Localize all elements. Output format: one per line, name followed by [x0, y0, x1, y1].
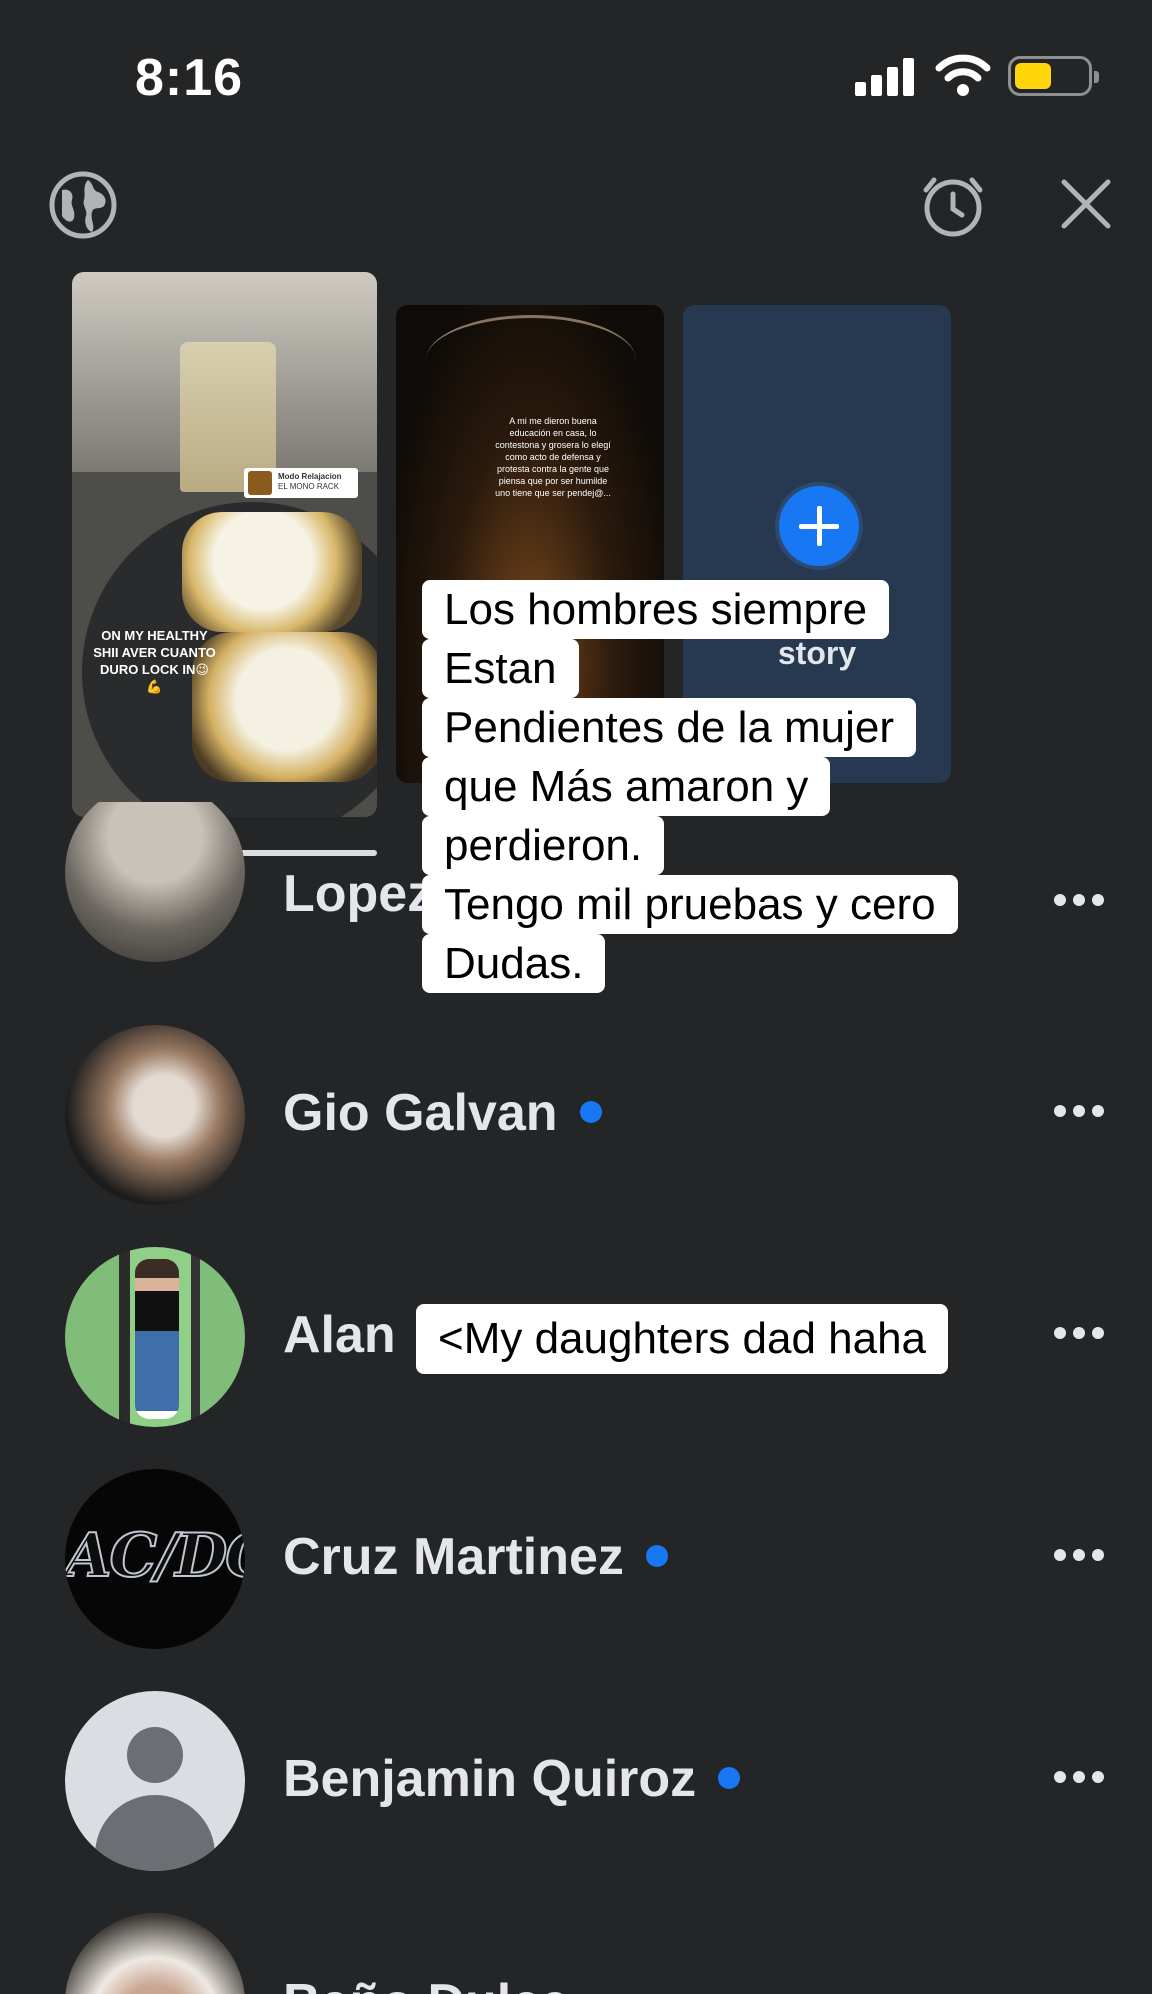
avatar — [65, 1913, 245, 1994]
contact-name: Benjamin Quiroz — [283, 1749, 741, 1809]
online-status-dot — [718, 1767, 741, 1790]
list-item[interactable]: Baño Dulce — [0, 1913, 1152, 1994]
more-options-icon[interactable] — [1054, 1105, 1104, 1119]
story-caption: ON MY HEALTHY SHII AVER CUANTO DURO LOCK… — [93, 628, 216, 694]
clock: 8:16 — [135, 49, 244, 107]
cellular-signal-icon — [855, 58, 917, 96]
story-archive-icon[interactable] — [920, 172, 986, 238]
avatar — [65, 1247, 245, 1427]
status-bar: 8:16 — [0, 0, 1152, 150]
battery-icon — [1008, 56, 1099, 96]
close-icon[interactable] — [1058, 176, 1114, 232]
online-status-dot — [645, 1545, 668, 1568]
music-badge: Modo Relajacion EL MONO RACK — [244, 468, 358, 498]
contact-name: Lopez — [283, 865, 434, 923]
list-item[interactable]: AC/DC Cruz Martinez — [0, 1469, 1152, 1691]
contact-name: Gio Galvan — [283, 1083, 602, 1143]
acdc-logo: AC/DC — [65, 1520, 245, 1592]
avatar — [65, 1025, 245, 1205]
avatar: AC/DC — [65, 1469, 245, 1649]
tree-branch — [426, 315, 636, 405]
avatar — [65, 802, 245, 962]
more-options-icon[interactable] — [1054, 1771, 1104, 1785]
overlay-comment: <My daughters dad haha — [416, 1304, 949, 1374]
story-card[interactable]: Modo Relajacion EL MONO RACK ON MY HEALT… — [72, 272, 377, 817]
wifi-icon — [935, 54, 991, 96]
more-options-icon[interactable] — [1054, 1549, 1104, 1563]
overlay-caption: Los hombres siempre Estan Pendientes de … — [422, 580, 958, 993]
more-options-icon[interactable] — [1054, 1327, 1104, 1341]
default-avatar-icon — [65, 1691, 245, 1871]
list-item[interactable]: Gio Galvan — [0, 1025, 1152, 1247]
contact-name: Alan — [283, 1306, 396, 1364]
music-cover-icon — [248, 471, 272, 495]
story-caption: A mi me dieron buena educación en casa, … — [495, 416, 611, 498]
more-options-icon[interactable] — [1054, 894, 1104, 908]
contact-name: Baño Dulce — [283, 1973, 569, 1994]
add-story-icon[interactable] — [775, 482, 863, 570]
globe-icon[interactable] — [48, 170, 118, 240]
list-item[interactable]: Benjamin Quiroz — [0, 1691, 1152, 1913]
online-status-dot — [579, 1101, 602, 1124]
contact-name: Cruz Martinez — [283, 1527, 668, 1587]
